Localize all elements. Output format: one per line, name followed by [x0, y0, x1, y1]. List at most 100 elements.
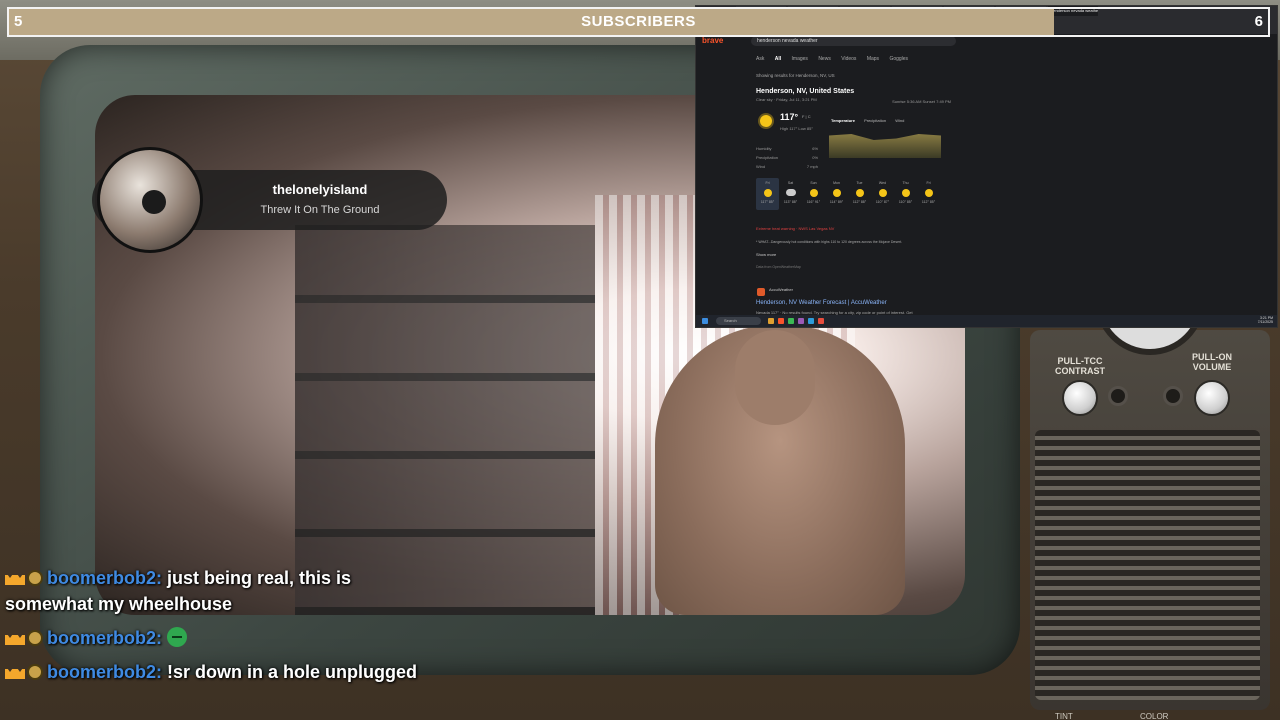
forecast-day[interactable]: Sun 116° 91° [802, 178, 825, 210]
forecast-days: Fri 117° 85° Sat 113° 88° Sun 116° 91° Mon 114°… [756, 178, 940, 210]
now-playing-artist: thelonelyisland [272, 182, 368, 197]
tab-precipitation[interactable]: Precipitation [864, 118, 886, 123]
crown-icon [5, 631, 25, 645]
tab-wind[interactable]: Wind [895, 118, 904, 123]
chat-message: boomerbob2: !sr down in a hole unplugged [5, 659, 425, 685]
weather-tabs: Temperature Precipitation Wind [831, 118, 912, 123]
forecast-day-name: Sat [787, 181, 794, 185]
alert-title[interactable]: Extreme heat warning · NWS Las Vegas NV [756, 226, 834, 231]
tint-label: TINT [1055, 712, 1073, 720]
crown-icon [5, 571, 25, 585]
browser-window[interactable]: henderson nevada weather brave henderson… [695, 5, 1278, 328]
sun-icon [760, 115, 772, 127]
stat-row: Wind 7 mph [756, 164, 818, 169]
volume-label: PULL-ON VOLUME [1192, 352, 1232, 372]
brave-taskbar-icon[interactable] [778, 318, 784, 324]
weather-source: Data from OpenWeatherMap [756, 265, 801, 269]
stat-row: Precipitation 0% [756, 155, 818, 160]
result-title-link[interactable]: Henderson, NV Weather Forecast | AccuWea… [756, 300, 887, 306]
sunrise-sunset: Sunrise 5:36 AM Sunset 7:49 PM [892, 99, 951, 104]
nav-videos[interactable]: Videos [841, 56, 856, 62]
brave-logo: brave [702, 36, 724, 45]
chat-message: boomerbob2: [5, 625, 425, 651]
tab-temperature[interactable]: Temperature [831, 118, 855, 123]
crown-icon [5, 665, 25, 679]
forecast-day[interactable]: Sat 113° 88° [779, 178, 802, 210]
accuweather-icon [757, 288, 765, 296]
contrast-knob [1062, 380, 1098, 416]
sun-icon [832, 189, 841, 197]
windows-start-icon[interactable] [702, 318, 708, 324]
stat-label: Humidity [756, 146, 772, 151]
app-icon[interactable] [798, 318, 804, 324]
forecast-day-name: Fri [765, 181, 770, 185]
current-temp: 117° [780, 112, 799, 122]
app-icon[interactable] [808, 318, 814, 324]
results-note: Showing results for Henderson, NV, US [756, 73, 835, 78]
app-icon[interactable] [788, 318, 794, 324]
nav-maps[interactable]: Maps [867, 56, 879, 62]
nav-news[interactable]: News [818, 56, 831, 62]
forecast-day-temps: 112° 88° [852, 200, 867, 204]
clock-date: 7/11/2025 [1257, 320, 1273, 324]
search-input[interactable]: henderson nevada weather [751, 36, 956, 46]
forecast-day-name: Sun [810, 181, 817, 185]
forecast-day-temps: 114° 89° [829, 200, 844, 204]
forecast-day-name: Fri [926, 181, 931, 185]
forecast-day-name: Mon [833, 181, 840, 185]
stat-row: Humidity 6% [756, 146, 818, 151]
forecast-day-temps: 117° 85° [760, 200, 775, 204]
nav-all[interactable]: All [775, 56, 781, 62]
nav-ask[interactable]: Ask [756, 56, 764, 62]
unit-toggle[interactable]: F | C [802, 114, 811, 119]
sun-icon [901, 189, 910, 197]
forecast-day[interactable]: Tue 112° 88° [848, 178, 871, 210]
forecast-day[interactable]: Fri 117° 85° [756, 178, 779, 210]
forecast-day-temps: 112° 85° [921, 200, 936, 204]
subscriber-goal-title: SUBSCRIBERS [581, 13, 696, 30]
forecast-day[interactable]: Fri 112° 85° [917, 178, 940, 210]
forecast-day[interactable]: Mon 114° 89° [825, 178, 848, 210]
forecast-day-temps: 116° 91° [806, 200, 821, 204]
contrast-label: PULL-TCC CONTRAST [1055, 356, 1105, 376]
stat-value: 0% [812, 155, 818, 160]
folder-icon[interactable] [768, 318, 774, 324]
color-label: COLOR [1140, 712, 1169, 720]
stat-value: 7 mph [806, 164, 818, 169]
taskbar-search[interactable]: Search [716, 317, 761, 325]
coin-icon [27, 570, 43, 586]
coin-icon [27, 630, 43, 646]
app-icon[interactable] [818, 318, 824, 324]
forecast-day-name: Thu [902, 181, 909, 185]
subscriber-current: 5 [14, 13, 23, 30]
result-site: AccuWeather [769, 287, 793, 292]
green-smile-emote-icon [167, 627, 188, 647]
stat-label: Precipitation [756, 155, 779, 160]
album-art-center [142, 190, 166, 214]
cloud-icon [785, 189, 796, 196]
subscriber-goal-bar: SUBSCRIBERS 5 6 [7, 7, 1270, 37]
chat-username[interactable]: boomerbob2: [47, 662, 162, 682]
sun-icon [924, 189, 933, 197]
shelf [295, 225, 595, 615]
nav-goggles[interactable]: Goggles [889, 56, 908, 62]
chat-username[interactable]: boomerbob2: [47, 628, 162, 648]
sun-icon [878, 189, 887, 197]
small-knob-left [1108, 386, 1128, 406]
now-playing-track: Threw It On The Ground [260, 204, 380, 216]
chat-overlay: boomerbob2: just being real, this is som… [5, 565, 425, 693]
show-more-link[interactable]: Show more [756, 252, 776, 257]
nav-images[interactable]: Images [792, 56, 808, 62]
forecast-day[interactable]: Thu 110° 85° [894, 178, 917, 210]
small-knob-right [1163, 386, 1183, 406]
weather-stats: Humidity 6% Precipitation 0% Wind 7 mph [756, 146, 818, 173]
subscriber-goal: 6 [1254, 13, 1263, 30]
forecast-day[interactable]: Wed 110° 87° [871, 178, 894, 210]
high-low: High 117° Low 85° [780, 126, 813, 131]
stat-label: Wind [756, 164, 766, 169]
forecast-day-temps: 110° 85° [898, 200, 913, 204]
sun-icon [763, 189, 772, 197]
chat-username[interactable]: boomerbob2: [47, 568, 162, 588]
chat-text: !sr down in a hole unplugged [162, 662, 417, 682]
weather-card: Henderson, NV, United States Clear sky ·… [756, 88, 951, 269]
